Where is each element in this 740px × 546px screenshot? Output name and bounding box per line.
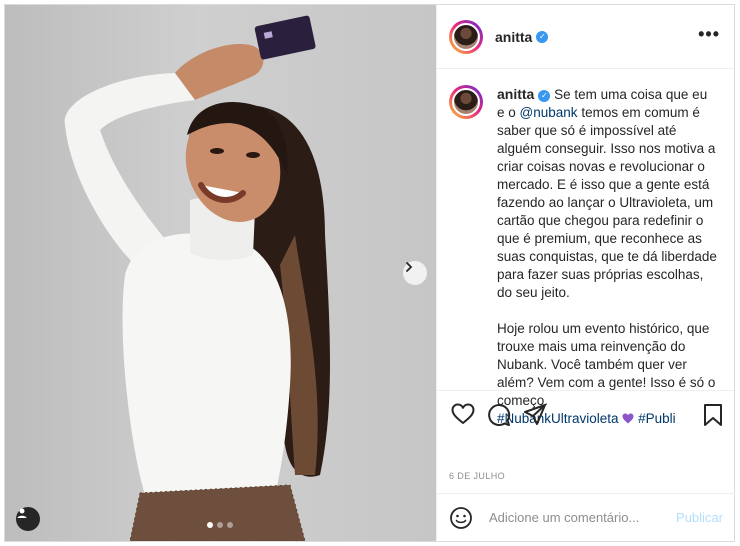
header-username[interactable]: anitta (495, 29, 532, 45)
mention-link[interactable]: @nubank (520, 105, 578, 120)
caption-avatar[interactable] (449, 85, 483, 119)
next-photo-button[interactable] (403, 261, 427, 285)
user-tag-icon (17, 508, 27, 518)
post-sidebar: anitta ✓ ••• anitta ✓ Se tem uma coisa qu… (436, 5, 735, 541)
carousel-dot (227, 522, 233, 528)
verified-icon: ✓ (538, 90, 551, 102)
share-icon[interactable] (523, 403, 547, 427)
tagged-users-button[interactable] (16, 507, 40, 531)
chevron-right-icon (406, 262, 413, 272)
caption-area: anitta ✓ Se tem uma coisa que eu e o @nub… (437, 69, 734, 426)
more-icon[interactable]: ••• (698, 25, 720, 43)
avatar[interactable] (449, 19, 483, 54)
bookmark-icon[interactable] (703, 403, 723, 427)
post-header: anitta ✓ ••• (437, 5, 734, 69)
photo-illustration (64, 15, 330, 541)
verified-icon: ✓ (536, 30, 549, 43)
comment-input[interactable] (487, 509, 677, 526)
instagram-post-window: anitta ✓ ••• anitta ✓ Se tem uma coisa qu… (4, 4, 735, 542)
action-bar (437, 393, 735, 433)
carousel-indicator (207, 522, 233, 528)
comment-icon[interactable] (487, 403, 511, 427)
carousel-dot (217, 522, 223, 528)
caption-text: anitta ✓ Se tem uma coisa que eu e o @nub… (497, 85, 717, 426)
comment-bar: Publicar (437, 493, 735, 541)
caption-part2: temos em comum é saber que só é impossív… (497, 105, 717, 300)
carousel-dot-active (207, 522, 213, 528)
post-date: 6 DE JULHO (449, 471, 506, 481)
heart-icon[interactable] (451, 403, 475, 425)
post-photo[interactable] (5, 5, 436, 541)
publish-button[interactable]: Publicar (676, 510, 723, 525)
caption-username[interactable]: anitta (497, 86, 534, 102)
emoji-icon[interactable] (449, 506, 473, 530)
